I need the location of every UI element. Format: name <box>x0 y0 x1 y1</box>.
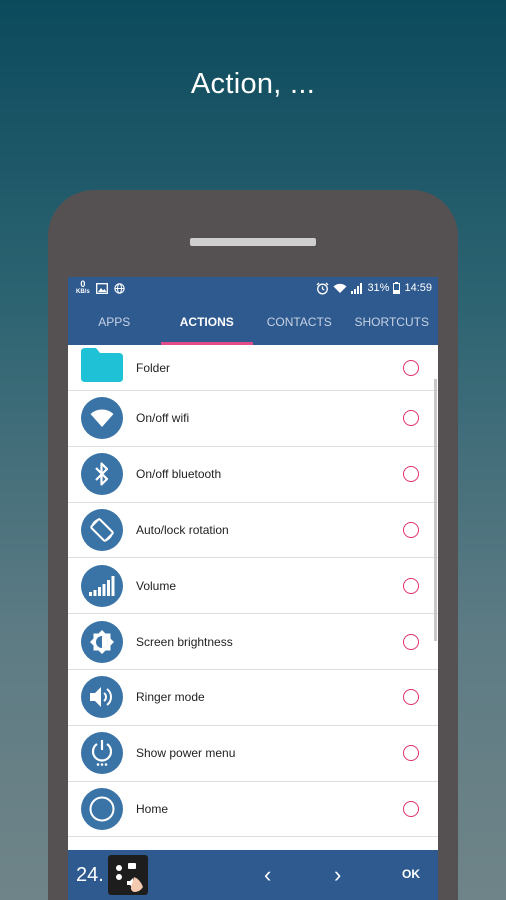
wifi-status-icon <box>333 283 347 294</box>
phone-screen: 0 KB/s 31% 14:59 APPS ACTIONS CONTACTS S… <box>68 277 438 900</box>
action-row-home[interactable]: Home <box>68 782 438 838</box>
clock: 14:59 <box>404 282 432 294</box>
action-row-ringer[interactable]: Ringer mode <box>68 670 438 726</box>
alarm-icon <box>316 282 329 295</box>
tab-actions[interactable]: ACTIONS <box>160 299 254 345</box>
action-label: Auto/lock rotation <box>136 522 229 537</box>
status-bar: 0 KB/s 31% 14:59 <box>68 277 438 299</box>
action-label: Folder <box>136 360 171 375</box>
battery-percent: 31% <box>367 282 390 294</box>
category-tabs: APPS ACTIONS CONTACTS SHORTCUTS <box>68 299 438 345</box>
radio-button[interactable] <box>403 466 419 483</box>
actions-list: Folder On/off wifi On/off bluetooth Auto… <box>68 345 438 838</box>
phone-speaker <box>190 238 316 246</box>
ok-button[interactable]: OK <box>402 867 420 881</box>
action-row-brightness[interactable]: Screen brightness <box>68 614 438 670</box>
action-label: Home <box>136 801 169 816</box>
bottom-bar: 24. ‹ › OK <box>68 850 438 900</box>
battery-icon <box>393 282 401 294</box>
action-row-wifi[interactable]: On/off wifi <box>68 391 438 447</box>
headline: Action, ... <box>190 68 316 100</box>
tab-shortcuts[interactable]: SHORTCUTS <box>346 299 439 345</box>
action-label: On/off wifi <box>136 411 190 426</box>
network-speed: 0 KB/s <box>76 280 90 296</box>
scrollbar[interactable] <box>434 379 437 641</box>
brightness-icon <box>81 620 123 663</box>
home-circle-icon <box>81 787 123 830</box>
action-label: Ringer mode <box>136 690 205 705</box>
tab-contacts[interactable]: CONTACTS <box>253 299 346 345</box>
volume-bars-icon <box>81 564 123 607</box>
folder-icon <box>81 347 123 382</box>
radio-button[interactable] <box>403 745 419 762</box>
action-row-power[interactable]: Show power menu <box>68 726 438 782</box>
power-icon <box>81 732 123 775</box>
action-label: On/off bluetooth <box>136 467 222 482</box>
radio-button[interactable] <box>403 689 419 706</box>
radio-button[interactable] <box>403 633 419 650</box>
radio-button[interactable] <box>403 410 419 427</box>
action-label: Show power menu <box>136 746 236 761</box>
signal-icon <box>351 282 363 294</box>
network-speed-unit: KB/s <box>76 289 90 295</box>
action-row-bluetooth[interactable]: On/off bluetooth <box>68 447 438 503</box>
radio-button[interactable] <box>403 521 419 538</box>
globe-icon <box>113 282 125 294</box>
action-row-rotation[interactable]: Auto/lock rotation <box>68 503 438 559</box>
image-icon <box>95 282 108 294</box>
action-row-volume[interactable]: Volume <box>68 558 438 615</box>
network-speed-value: 0 <box>80 279 86 289</box>
rotation-icon <box>81 508 123 551</box>
speaker-icon <box>81 676 123 719</box>
slot-number: 24. <box>76 863 104 886</box>
action-label: Volume <box>136 578 177 593</box>
radio-button[interactable] <box>403 577 419 594</box>
action-label: Screen brightness <box>136 634 233 649</box>
radio-button[interactable] <box>403 359 419 376</box>
wifi-icon <box>81 397 123 440</box>
tab-apps[interactable]: APPS <box>68 299 161 345</box>
bluetooth-icon <box>81 453 123 496</box>
next-button[interactable]: › <box>334 862 341 888</box>
previous-button[interactable]: ‹ <box>264 862 271 888</box>
selected-action-thumbnail[interactable] <box>107 855 148 895</box>
radio-button[interactable] <box>403 800 419 817</box>
action-row-folder[interactable]: Folder <box>68 345 438 391</box>
